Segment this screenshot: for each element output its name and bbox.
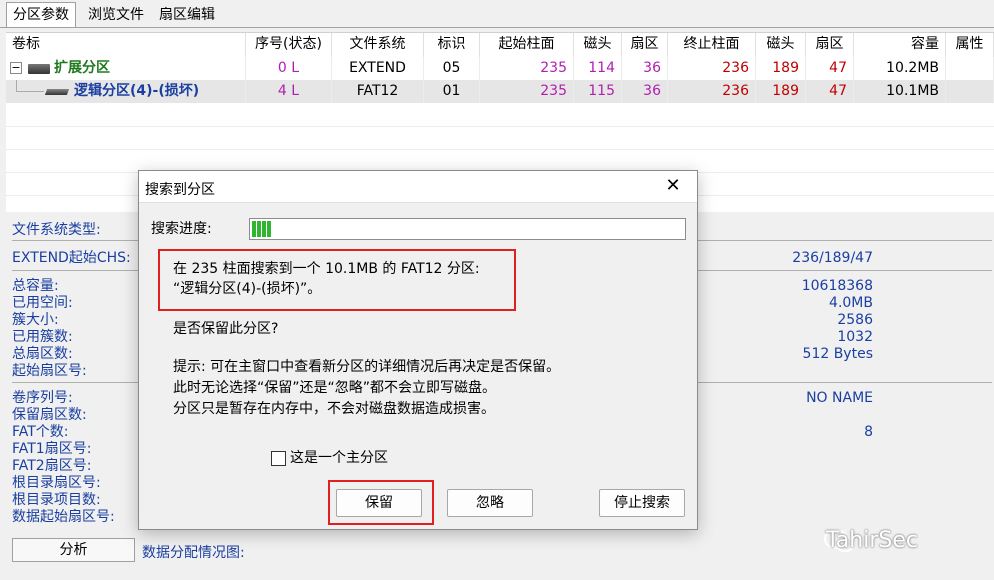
tab-bar: 分区参数 浏览文件 扇区编辑 [0, 0, 994, 28]
search-progress-bar [249, 218, 686, 240]
label-fat2-sector: FAT2扇区号: [12, 458, 92, 474]
data-distribution-label: 数据分配情况图: [142, 545, 245, 561]
cell-start-cyl: 235 [480, 80, 574, 103]
label-cluster-size: 簇大小: [12, 312, 59, 328]
label-data-start-sector: 数据起始扇区号: [12, 509, 115, 525]
cell-size: 10.2MB [854, 57, 946, 80]
value-total-capacity: 10618368 [801, 278, 873, 294]
header-seq[interactable]: 序号(状态) [246, 33, 332, 57]
stop-search-button[interactable]: 停止搜索 [599, 489, 685, 517]
header-start-cylinder[interactable]: 起始柱面 [480, 33, 574, 57]
progress-fill [252, 221, 271, 237]
highlight-box [158, 249, 516, 311]
analyze-button[interactable]: 分析 [12, 538, 135, 562]
progress-label: 搜索进度: [151, 221, 212, 237]
keep-button[interactable]: 保留 [336, 489, 422, 517]
watermark-text: TahirSec [826, 528, 918, 553]
keep-question: 是否保留此分区? [173, 321, 279, 337]
label-root-entries: 根目录项目数: [12, 492, 101, 508]
close-icon[interactable]: ✕ [661, 175, 685, 199]
disk-drive-icon [28, 64, 50, 74]
cell-size: 10.1MB [854, 80, 946, 103]
tree-connector [16, 91, 44, 92]
label-start-sector: 起始扇区号: [12, 363, 87, 379]
header-end-head[interactable]: 磁头 [756, 33, 806, 57]
label-used-space: 已用空间: [12, 295, 73, 311]
grid-line [6, 149, 994, 150]
tab-divider [0, 27, 994, 28]
label-total-sectors: 总扇区数: [12, 346, 73, 362]
value-fat-count: 8 [864, 424, 873, 440]
header-filesystem[interactable]: 文件系统 [332, 33, 424, 57]
cell-start-sec: 36 [622, 80, 668, 103]
header-end-cylinder[interactable]: 终止柱面 [668, 33, 756, 57]
cell-id: 05 [424, 57, 480, 80]
label-reserved-sectors: 保留扇区数: [12, 407, 87, 423]
dialog-title: 搜索到分区 [145, 182, 215, 198]
grid-line [6, 126, 994, 127]
found-partition-dialog: 搜索到分区 ✕ 搜索进度: 在 235 柱面搜索到一个 10.1MB 的 FAT… [138, 170, 698, 530]
header-start-sector[interactable]: 扇区 [622, 33, 668, 57]
header-id[interactable]: 标识 [424, 33, 480, 57]
found-message-line1: 在 235 柱面搜索到一个 10.1MB 的 FAT12 分区: [173, 261, 480, 277]
cell-end-sec: 47 [806, 80, 854, 103]
cell-end-cyl: 236 [668, 57, 756, 80]
cell-id: 01 [424, 80, 480, 103]
cell-fs: FAT12 [332, 80, 424, 103]
cell-end-sec: 47 [806, 57, 854, 80]
cell-attr [946, 57, 994, 80]
header-attr[interactable]: 属性 [946, 33, 994, 57]
collapse-toggle-icon[interactable]: − [10, 62, 22, 74]
cell-end-head: 189 [756, 80, 806, 103]
partition-name: 逻辑分区(4)-(损坏) [74, 83, 200, 99]
tab-sector-edit[interactable]: 扇区编辑 [153, 4, 221, 28]
primary-partition-checkbox[interactable] [271, 451, 286, 466]
label-fat-count: FAT个数: [12, 424, 69, 440]
header-size[interactable]: 容量 [854, 33, 946, 57]
value-used-clusters: 1032 [837, 329, 873, 345]
cell-end-cyl: 236 [668, 80, 756, 103]
label-fat1-sector: FAT1扇区号: [12, 441, 92, 457]
tip-line3: 分区只是暂存在内存中，不会对磁盘数据造成损害。 [173, 401, 495, 417]
tip-line2: 此时无论选择“保留”还是“忽略”都不会立即写磁盘。 [173, 380, 497, 396]
label-used-clusters: 已用簇数: [12, 329, 73, 345]
cell-start-head: 114 [574, 57, 622, 80]
cell-start-cyl: 235 [480, 57, 574, 80]
cell-name: − 扩展分区 [6, 57, 246, 80]
value-sector-size: 512 Bytes [802, 346, 873, 362]
header-volume-label[interactable]: 卷标 [6, 33, 246, 57]
header-end-sector[interactable]: 扇区 [806, 33, 854, 57]
cell-seq: 0 L [246, 57, 332, 80]
label-extend-chs: EXTEND起始CHS: [12, 250, 131, 266]
cell-start-sec: 36 [622, 57, 668, 80]
header-start-head[interactable]: 磁头 [574, 33, 622, 57]
tab-partition-params[interactable]: 分区参数 [6, 2, 76, 28]
value-extend-chs: 236/189/47 [792, 250, 873, 266]
cell-name: 逻辑分区(4)-(损坏) [6, 80, 246, 103]
cell-end-head: 189 [756, 57, 806, 80]
value-cluster-size: 2586 [837, 312, 873, 328]
label-fs-type: 文件系统类型: [12, 222, 101, 238]
ignore-button[interactable]: 忽略 [447, 489, 533, 517]
table-row-logical[interactable]: 逻辑分区(4)-(损坏) 4 L FAT12 01 235 115 36 236… [6, 80, 994, 103]
value-volume-name: NO NAME [806, 390, 873, 406]
label-total-capacity: 总容量: [12, 278, 59, 294]
found-message-line2: “逻辑分区(4)-(损坏)”。 [173, 281, 322, 297]
label-root-dir-sector: 根目录扇区号: [12, 475, 101, 491]
label-volume-serial: 卷序列号: [12, 390, 73, 406]
tab-browse-files[interactable]: 浏览文件 [82, 4, 150, 28]
table-row-extended[interactable]: − 扩展分区 0 L EXTEND 05 235 114 36 236 189 … [6, 57, 994, 80]
primary-partition-label[interactable]: 这是一个主分区 [290, 450, 388, 467]
value-used-space: 4.0MB [829, 295, 873, 311]
dialog-title-bar[interactable]: 搜索到分区 ✕ [139, 171, 697, 203]
cell-start-head: 115 [574, 80, 622, 103]
cell-attr [946, 80, 994, 103]
tip-line1: 提示: 可在主窗口中查看新分区的详细情况后再决定是否保留。 [173, 359, 561, 375]
partition-icon [44, 89, 70, 95]
cell-seq: 4 L [246, 80, 332, 103]
cell-fs: EXTEND [332, 57, 424, 80]
partition-name: 扩展分区 [54, 60, 110, 76]
